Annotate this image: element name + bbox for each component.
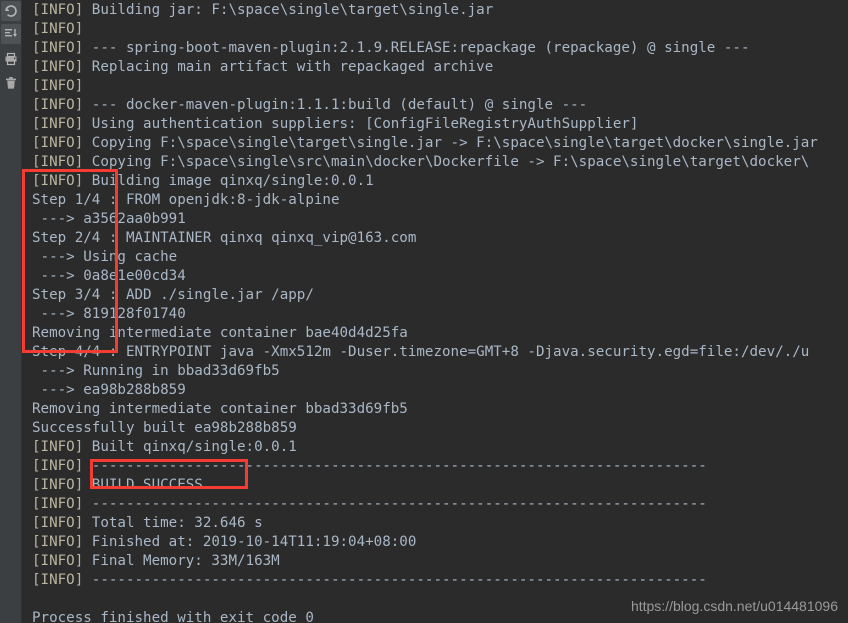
console-line: [INFO] Total time: 32.646 s: [32, 514, 263, 533]
console-line: [INFO] Using authentication suppliers: […: [32, 115, 638, 134]
log-level-tag: [INFO]: [32, 21, 84, 37]
console-line-text: Building image qinxq/single:0.0.1: [83, 173, 374, 189]
console-line: Successfully built ea98b288b859: [32, 419, 297, 438]
print-icon: [4, 52, 18, 66]
console-line-text: Using authentication suppliers: [ConfigF…: [83, 116, 639, 132]
log-level-tag: [INFO]: [32, 515, 84, 531]
console-line: Removing intermediate container bbad33d6…: [32, 400, 408, 419]
log-level-tag: [INFO]: [32, 496, 84, 512]
console-line-text: Removing intermediate container bae40d4d…: [32, 325, 408, 341]
log-level-tag: [INFO]: [32, 439, 84, 455]
watermark-url: https://blog.csdn.net/u014481096: [630, 598, 838, 614]
console-line: [INFO] --- docker-maven-plugin:1.1.1:bui…: [32, 96, 587, 115]
console-line-text: ----------------------------------------…: [83, 572, 707, 588]
log-level-tag: [INFO]: [32, 553, 84, 569]
console-line-text: Copying F:\space\single\target\single.ja…: [83, 135, 818, 151]
console-line: [INFO] Building jar: F:\space\single\tar…: [32, 1, 493, 20]
console-line: ---> Running in bbad33d69fb5: [32, 362, 280, 381]
console-line: [INFO] Building image qinxq/single:0.0.1: [32, 172, 374, 191]
console-line: [INFO] Finished at: 2019-10-14T11:19:04+…: [32, 533, 416, 552]
log-level-tag: [INFO]: [32, 458, 84, 474]
console-line: [INFO] BUILD SUCCESS: [32, 476, 203, 495]
console-line-text: ---> 0a8e1e00cd34: [32, 268, 186, 284]
console-line-text: Built qinxq/single:0.0.1: [83, 439, 297, 455]
console-line: ---> a3562aa0b991: [32, 210, 186, 229]
log-level-tag: [INFO]: [32, 135, 84, 151]
console-line: Step 1/4 : FROM openjdk:8-jdk-alpine: [32, 191, 340, 210]
console-line: [INFO] ---------------------------------…: [32, 457, 707, 476]
console-line: [INFO] ---------------------------------…: [32, 571, 707, 590]
log-level-tag: [INFO]: [32, 97, 84, 113]
log-level-tag: [INFO]: [32, 173, 84, 189]
console-line-text: Total time: 32.646 s: [83, 515, 263, 531]
console-line-text: Step 2/4 : MAINTAINER qinxq qinxq_vip@16…: [32, 230, 417, 246]
console-line: Step 4/4 : ENTRYPOINT java -Xmx512m -Dus…: [32, 343, 809, 362]
print-button[interactable]: [1, 49, 21, 69]
console-line-text: Successfully built ea98b288b859: [32, 420, 297, 436]
scroll-to-end-button[interactable]: [1, 24, 21, 44]
console-output[interactable]: [INFO] Building jar: F:\space\single\tar…: [22, 0, 848, 623]
console-line-text: Final Memory: 33M/163M: [83, 553, 280, 569]
console-line-text: ---> 819128f01740: [32, 306, 186, 322]
console-line: [INFO] Replacing main artifact with repa…: [32, 58, 493, 77]
console-line: [INFO] Final Memory: 33M/163M: [32, 552, 280, 571]
log-level-tag: [INFO]: [32, 116, 84, 132]
console-line-text: ----------------------------------------…: [83, 496, 707, 512]
console-line: [INFO]: [32, 20, 83, 39]
log-level-tag: [INFO]: [32, 534, 84, 550]
console-line-text: BUILD SUCCESS: [83, 477, 203, 493]
log-level-tag: [INFO]: [32, 59, 84, 75]
console-line: Step 2/4 : MAINTAINER qinxq qinxq_vip@16…: [32, 229, 416, 248]
log-level-tag: [INFO]: [32, 2, 84, 18]
console-line-text: ----------------------------------------…: [83, 458, 707, 474]
log-level-tag: [INFO]: [32, 572, 84, 588]
console-line: Step 3/4 : ADD ./single.jar /app/: [32, 286, 314, 305]
console-line-text: Copying F:\space\single\src\main\docker\…: [83, 154, 810, 170]
console-line-text: ---> a3562aa0b991: [32, 211, 186, 227]
console-line: [INFO] ---------------------------------…: [32, 495, 707, 514]
clear-all-button[interactable]: [1, 73, 21, 93]
console-line-text: --- spring-boot-maven-plugin:2.1.9.RELEA…: [83, 40, 750, 56]
console-line-text: ---> Running in bbad33d69fb5: [32, 363, 280, 379]
console-tool-gutter: [0, 0, 22, 623]
log-level-tag: [INFO]: [32, 477, 84, 493]
console-line-text: Building jar: F:\space\single\target\sin…: [83, 2, 494, 18]
console-line: Removing intermediate container bae40d4d…: [32, 324, 408, 343]
console-line: Process finished with exit code 0: [32, 609, 314, 623]
console-line-text: Removing intermediate container bbad33d6…: [32, 401, 408, 417]
console-line: [INFO] Built qinxq/single:0.0.1: [32, 438, 297, 457]
console-line-text: Step 1/4 : FROM openjdk:8-jdk-alpine: [32, 192, 340, 208]
log-level-tag: [INFO]: [32, 154, 84, 170]
console-line-text: Step 3/4 : ADD ./single.jar /app/: [32, 287, 314, 303]
log-level-tag: [INFO]: [32, 40, 84, 56]
console-line: [INFO] Copying F:\space\single\src\main\…: [32, 153, 809, 172]
run-console-window: [INFO] Building jar: F:\space\single\tar…: [0, 0, 848, 623]
console-line-text: ---> Using cache: [32, 249, 178, 265]
console-line-text: Replacing main artifact with repackaged …: [83, 59, 494, 75]
rerun-button[interactable]: [1, 1, 21, 21]
console-line: ---> 0a8e1e00cd34: [32, 267, 186, 286]
console-line-text: Process finished with exit code 0: [32, 610, 314, 623]
rerun-icon: [4, 4, 18, 18]
console-line-text: Step 4/4 : ENTRYPOINT java -Xmx512m -Dus…: [32, 344, 810, 360]
trash-icon: [4, 76, 18, 90]
console-line: [INFO]: [32, 77, 83, 96]
console-line: ---> Using cache: [32, 248, 178, 267]
scroll-to-end-icon: [4, 27, 18, 41]
console-line: ---> 819128f01740: [32, 305, 186, 324]
console-line: ---> ea98b288b859: [32, 381, 186, 400]
console-line: [INFO] Copying F:\space\single\target\si…: [32, 134, 818, 153]
log-level-tag: [INFO]: [32, 78, 84, 94]
console-line: [INFO] --- spring-boot-maven-plugin:2.1.…: [32, 39, 750, 58]
console-line-text: ---> ea98b288b859: [32, 382, 186, 398]
console-line-text: --- docker-maven-plugin:1.1.1:build (def…: [83, 97, 588, 113]
console-line-text: Finished at: 2019-10-14T11:19:04+08:00: [83, 534, 417, 550]
